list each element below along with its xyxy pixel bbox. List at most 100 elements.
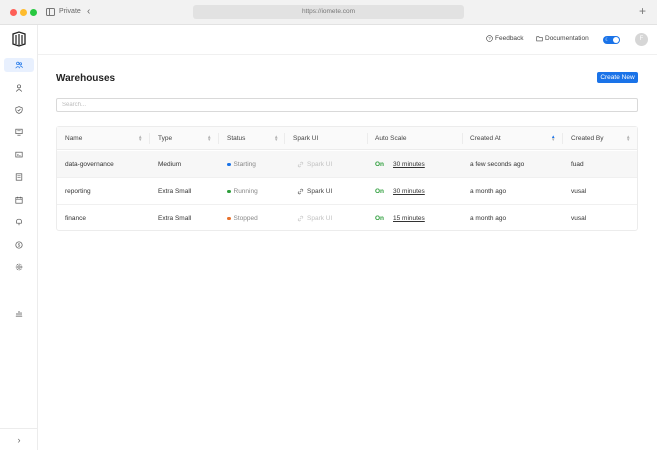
column-divider xyxy=(284,133,285,144)
column-divider xyxy=(149,133,150,144)
feedback-label: Feedback xyxy=(495,35,524,42)
plugin-icon xyxy=(16,218,22,226)
warehouse-name[interactable]: reporting xyxy=(65,178,91,205)
sort-created-by-icon[interactable]: ▲ ▼ xyxy=(626,134,630,142)
dollar-icon: $ xyxy=(15,241,23,249)
table-row[interactable]: data-governance Medium Starting Spark UI… xyxy=(57,151,637,178)
sort-type-icon[interactable]: ▲ ▼ xyxy=(207,134,211,142)
page-title: Warehouses xyxy=(56,73,116,84)
status-label: Starting xyxy=(233,161,256,168)
nav-documents[interactable] xyxy=(4,170,34,184)
bar-chart-icon xyxy=(15,311,23,317)
browser-profile-label: Private xyxy=(59,8,81,15)
gear-icon xyxy=(15,263,23,271)
link-icon xyxy=(297,161,304,168)
create-new-button[interactable]: Create New xyxy=(597,72,638,83)
nav-users[interactable] xyxy=(4,81,34,95)
user-icon xyxy=(15,84,23,92)
link-icon xyxy=(297,188,304,195)
minimize-window-button[interactable] xyxy=(20,9,27,16)
spark-ui-label: Spark UI xyxy=(307,188,333,195)
nav-calendar[interactable] xyxy=(4,193,34,207)
column-header-created-by[interactable]: Created By xyxy=(571,127,604,150)
nav-security[interactable] xyxy=(4,103,34,117)
auto-scale-on: On xyxy=(375,161,385,168)
auto-scale-duration[interactable]: 30 minutes xyxy=(393,178,425,205)
calendar-icon xyxy=(15,196,23,204)
nav-monitor[interactable] xyxy=(4,125,34,139)
warehouse-name[interactable]: finance xyxy=(65,205,86,232)
folder-icon xyxy=(536,36,543,42)
column-header-created-at[interactable]: Created At xyxy=(470,127,501,150)
auto-scale-on: On xyxy=(375,188,385,195)
sort-status-icon[interactable]: ▲ ▼ xyxy=(274,134,278,142)
new-tab-button[interactable]: + xyxy=(639,4,646,18)
status-dot xyxy=(227,162,231,167)
nav-billing[interactable]: $ xyxy=(4,238,34,252)
table-row[interactable]: finance Extra Small Stopped Spark UI On … xyxy=(57,205,637,232)
search-input[interactable] xyxy=(56,98,638,112)
column-divider xyxy=(367,133,368,144)
status-label: Running xyxy=(233,188,258,195)
avatar[interactable]: F xyxy=(635,33,648,46)
nav-settings[interactable] xyxy=(4,260,34,274)
theme-toggle[interactable]: ☾ xyxy=(603,36,620,44)
sort-created-at-icon[interactable]: ▲ ▼ xyxy=(551,134,555,142)
nav-analytics[interactable] xyxy=(4,306,34,320)
close-window-button[interactable] xyxy=(10,9,17,16)
expand-nav-button[interactable]: › xyxy=(0,428,38,450)
document-icon xyxy=(15,173,23,181)
sidebar-toggle-icon[interactable] xyxy=(46,8,55,16)
column-header-type[interactable]: Type xyxy=(158,127,172,150)
warehouse-type: Extra Small xyxy=(158,215,192,222)
warehouses-table: Name ▲ ▼ Type ▲ ▼ Status ▲ ▼ Spark UI Auto … xyxy=(56,126,638,231)
link-icon xyxy=(297,215,304,222)
column-header-status[interactable]: Status xyxy=(227,127,245,150)
top-header: ? Feedback Documentation ☾ F xyxy=(38,25,657,55)
question-circle-icon: ? xyxy=(486,35,493,42)
address-bar[interactable]: https://iomete.com xyxy=(193,5,464,19)
warehouse-status: Stopped xyxy=(227,205,258,232)
shield-icon xyxy=(15,106,23,114)
left-nav: $ › xyxy=(0,25,38,450)
terminal-icon xyxy=(15,151,23,158)
chevron-right-icon: › xyxy=(17,434,21,445)
table-header: Name ▲ ▼ Type ▲ ▼ Status ▲ ▼ Spark UI Auto … xyxy=(57,127,637,150)
feedback-link[interactable]: ? Feedback xyxy=(486,35,524,42)
warehouse-type: Extra Small xyxy=(158,188,192,195)
column-divider xyxy=(218,133,219,144)
table-row[interactable]: reporting Extra Small Running Spark UI O… xyxy=(57,178,637,205)
documentation-link[interactable]: Documentation xyxy=(536,35,589,42)
status-dot xyxy=(227,216,231,221)
auto-scale-duration[interactable]: 15 minutes xyxy=(393,205,425,232)
svg-text:?: ? xyxy=(488,36,491,41)
column-header-name[interactable]: Name xyxy=(65,127,82,150)
column-header-spark-ui: Spark UI xyxy=(293,135,319,142)
created-at: a few seconds ago xyxy=(470,161,525,168)
status-label: Stopped xyxy=(233,215,258,222)
created-by: fuad xyxy=(571,161,584,168)
warehouse-status: Running xyxy=(227,178,258,205)
nav-console[interactable] xyxy=(4,148,34,162)
nav-integrations[interactable] xyxy=(4,215,34,229)
monitor-icon xyxy=(15,128,23,136)
app-logo[interactable] xyxy=(12,31,26,47)
users-group-icon xyxy=(15,61,23,69)
browser-chrome: Private ‹ https://iomete.com + xyxy=(0,0,657,25)
warehouse-name[interactable]: data-governance xyxy=(65,151,114,178)
spark-ui-link[interactable]: Spark UI xyxy=(297,178,332,205)
svg-text:$: $ xyxy=(18,243,21,248)
auto-scale-duration[interactable]: 30 minutes xyxy=(393,151,425,178)
sort-name-icon[interactable]: ▲ ▼ xyxy=(138,134,142,142)
warehouse-status: Starting xyxy=(227,151,256,178)
maximize-window-button[interactable] xyxy=(30,9,37,16)
spark-ui-label: Spark UI xyxy=(307,161,333,168)
spark-ui-link: Spark UI xyxy=(297,151,332,178)
spark-ui-link: Spark UI xyxy=(297,205,332,232)
created-at: a month ago xyxy=(470,215,507,222)
status-dot xyxy=(227,189,231,194)
nav-warehouses[interactable] xyxy=(4,58,34,72)
back-button[interactable]: ‹ xyxy=(87,6,90,18)
created-by: vusal xyxy=(571,215,587,222)
moon-icon: ☾ xyxy=(605,37,610,43)
